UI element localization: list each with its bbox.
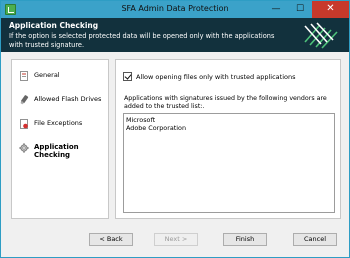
trusted-apps-checkbox-label[interactable]: Allow opening files only with trusted ap… [136, 73, 296, 81]
close-button[interactable]: ✕ [312, 1, 349, 18]
settings-panel: Allow opening files only with trusted ap… [115, 59, 341, 219]
sidebar-item-file-exceptions[interactable]: File Exceptions [12, 116, 110, 132]
general-page-icon [20, 71, 28, 81]
sidebar-item-label: File Exceptions [34, 119, 83, 127]
sidebar-item-allowed-flash-drives[interactable]: Allowed Flash Drives [12, 92, 110, 108]
app-window: SFA Admin Data Protection — ☐ ✕ Applicat… [0, 0, 350, 258]
sidebar-item-label: Allowed Flash Drives [34, 95, 102, 103]
sidebar-item-label: General [34, 71, 60, 79]
next-button[interactable]: Next > [154, 233, 198, 246]
maximize-button[interactable]: ☐ [288, 1, 312, 18]
list-item[interactable]: Adobe Corporation [126, 124, 332, 132]
navigation-sidebar: General Allowed Flash Drives File Except… [11, 59, 109, 219]
trusted-apps-option[interactable]: Allow opening files only with trusted ap… [123, 72, 333, 82]
sidebar-item-application-checking[interactable]: Application Checking [12, 140, 110, 159]
flash-drive-icon [20, 95, 29, 105]
minimize-button[interactable]: — [264, 1, 288, 18]
data-protection-logo-icon [304, 22, 338, 49]
sidebar-item-label: Application Checking [34, 143, 79, 159]
file-exceptions-icon [20, 119, 28, 129]
gear-icon [19, 143, 29, 153]
vendors-description: Applications with signatures issued by t… [124, 95, 327, 110]
finish-button[interactable]: Finish [223, 233, 267, 246]
cancel-button[interactable]: Cancel [293, 233, 337, 246]
title-bar[interactable]: SFA Admin Data Protection — ☐ ✕ [1, 1, 349, 18]
sidebar-item-general[interactable]: General [12, 68, 110, 84]
page-title: Application Checking [9, 21, 99, 30]
trusted-vendors-list[interactable]: Microsoft Adobe Corporation [123, 113, 335, 213]
list-item[interactable]: Microsoft [126, 116, 332, 124]
page-description: If the option is selected protected data… [9, 32, 275, 49]
header-banner: Application Checking If the option is se… [1, 18, 349, 52]
back-button[interactable]: < Back [89, 233, 133, 246]
trusted-apps-checkbox[interactable] [123, 72, 132, 81]
